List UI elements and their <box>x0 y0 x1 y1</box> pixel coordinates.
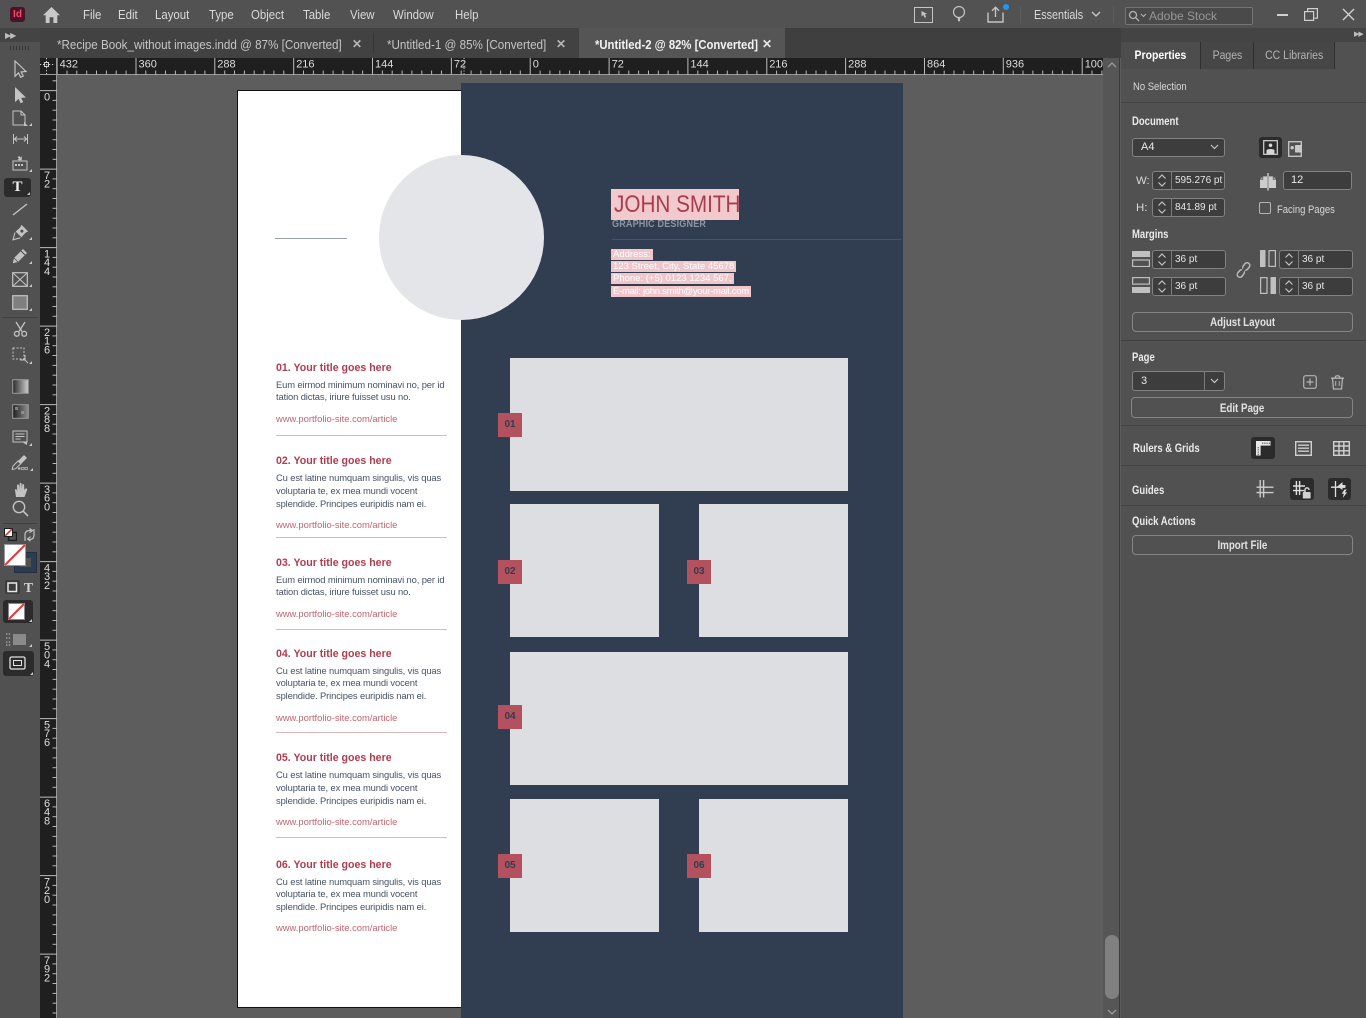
svg-text:144: 144 <box>375 59 393 71</box>
svg-text:288: 288 <box>217 59 235 71</box>
svg-text:432: 432 <box>60 59 78 71</box>
svg-text:72: 72 <box>612 59 624 71</box>
svg-text:0: 0 <box>44 501 50 513</box>
svg-text:216: 216 <box>296 59 314 71</box>
svg-text:4: 4 <box>44 658 50 670</box>
svg-text:360: 360 <box>139 59 157 71</box>
svg-text:8: 8 <box>44 423 50 435</box>
svg-text:2: 2 <box>44 580 50 592</box>
svg-text:2: 2 <box>44 972 50 984</box>
svg-text:144: 144 <box>690 59 708 71</box>
svg-text:6: 6 <box>44 344 50 356</box>
svg-text:0: 0 <box>44 894 50 906</box>
svg-text:864: 864 <box>927 59 945 71</box>
svg-text:4: 4 <box>44 266 50 278</box>
svg-text:2: 2 <box>44 179 50 191</box>
svg-text:0: 0 <box>44 92 50 104</box>
svg-text:0: 0 <box>533 59 539 71</box>
svg-text:288: 288 <box>848 59 866 71</box>
svg-text:1008: 1008 <box>1085 59 1103 71</box>
svg-text:8: 8 <box>44 815 50 827</box>
svg-text:6: 6 <box>44 737 50 749</box>
svg-text:216: 216 <box>769 59 787 71</box>
svg-text:936: 936 <box>1006 59 1024 71</box>
